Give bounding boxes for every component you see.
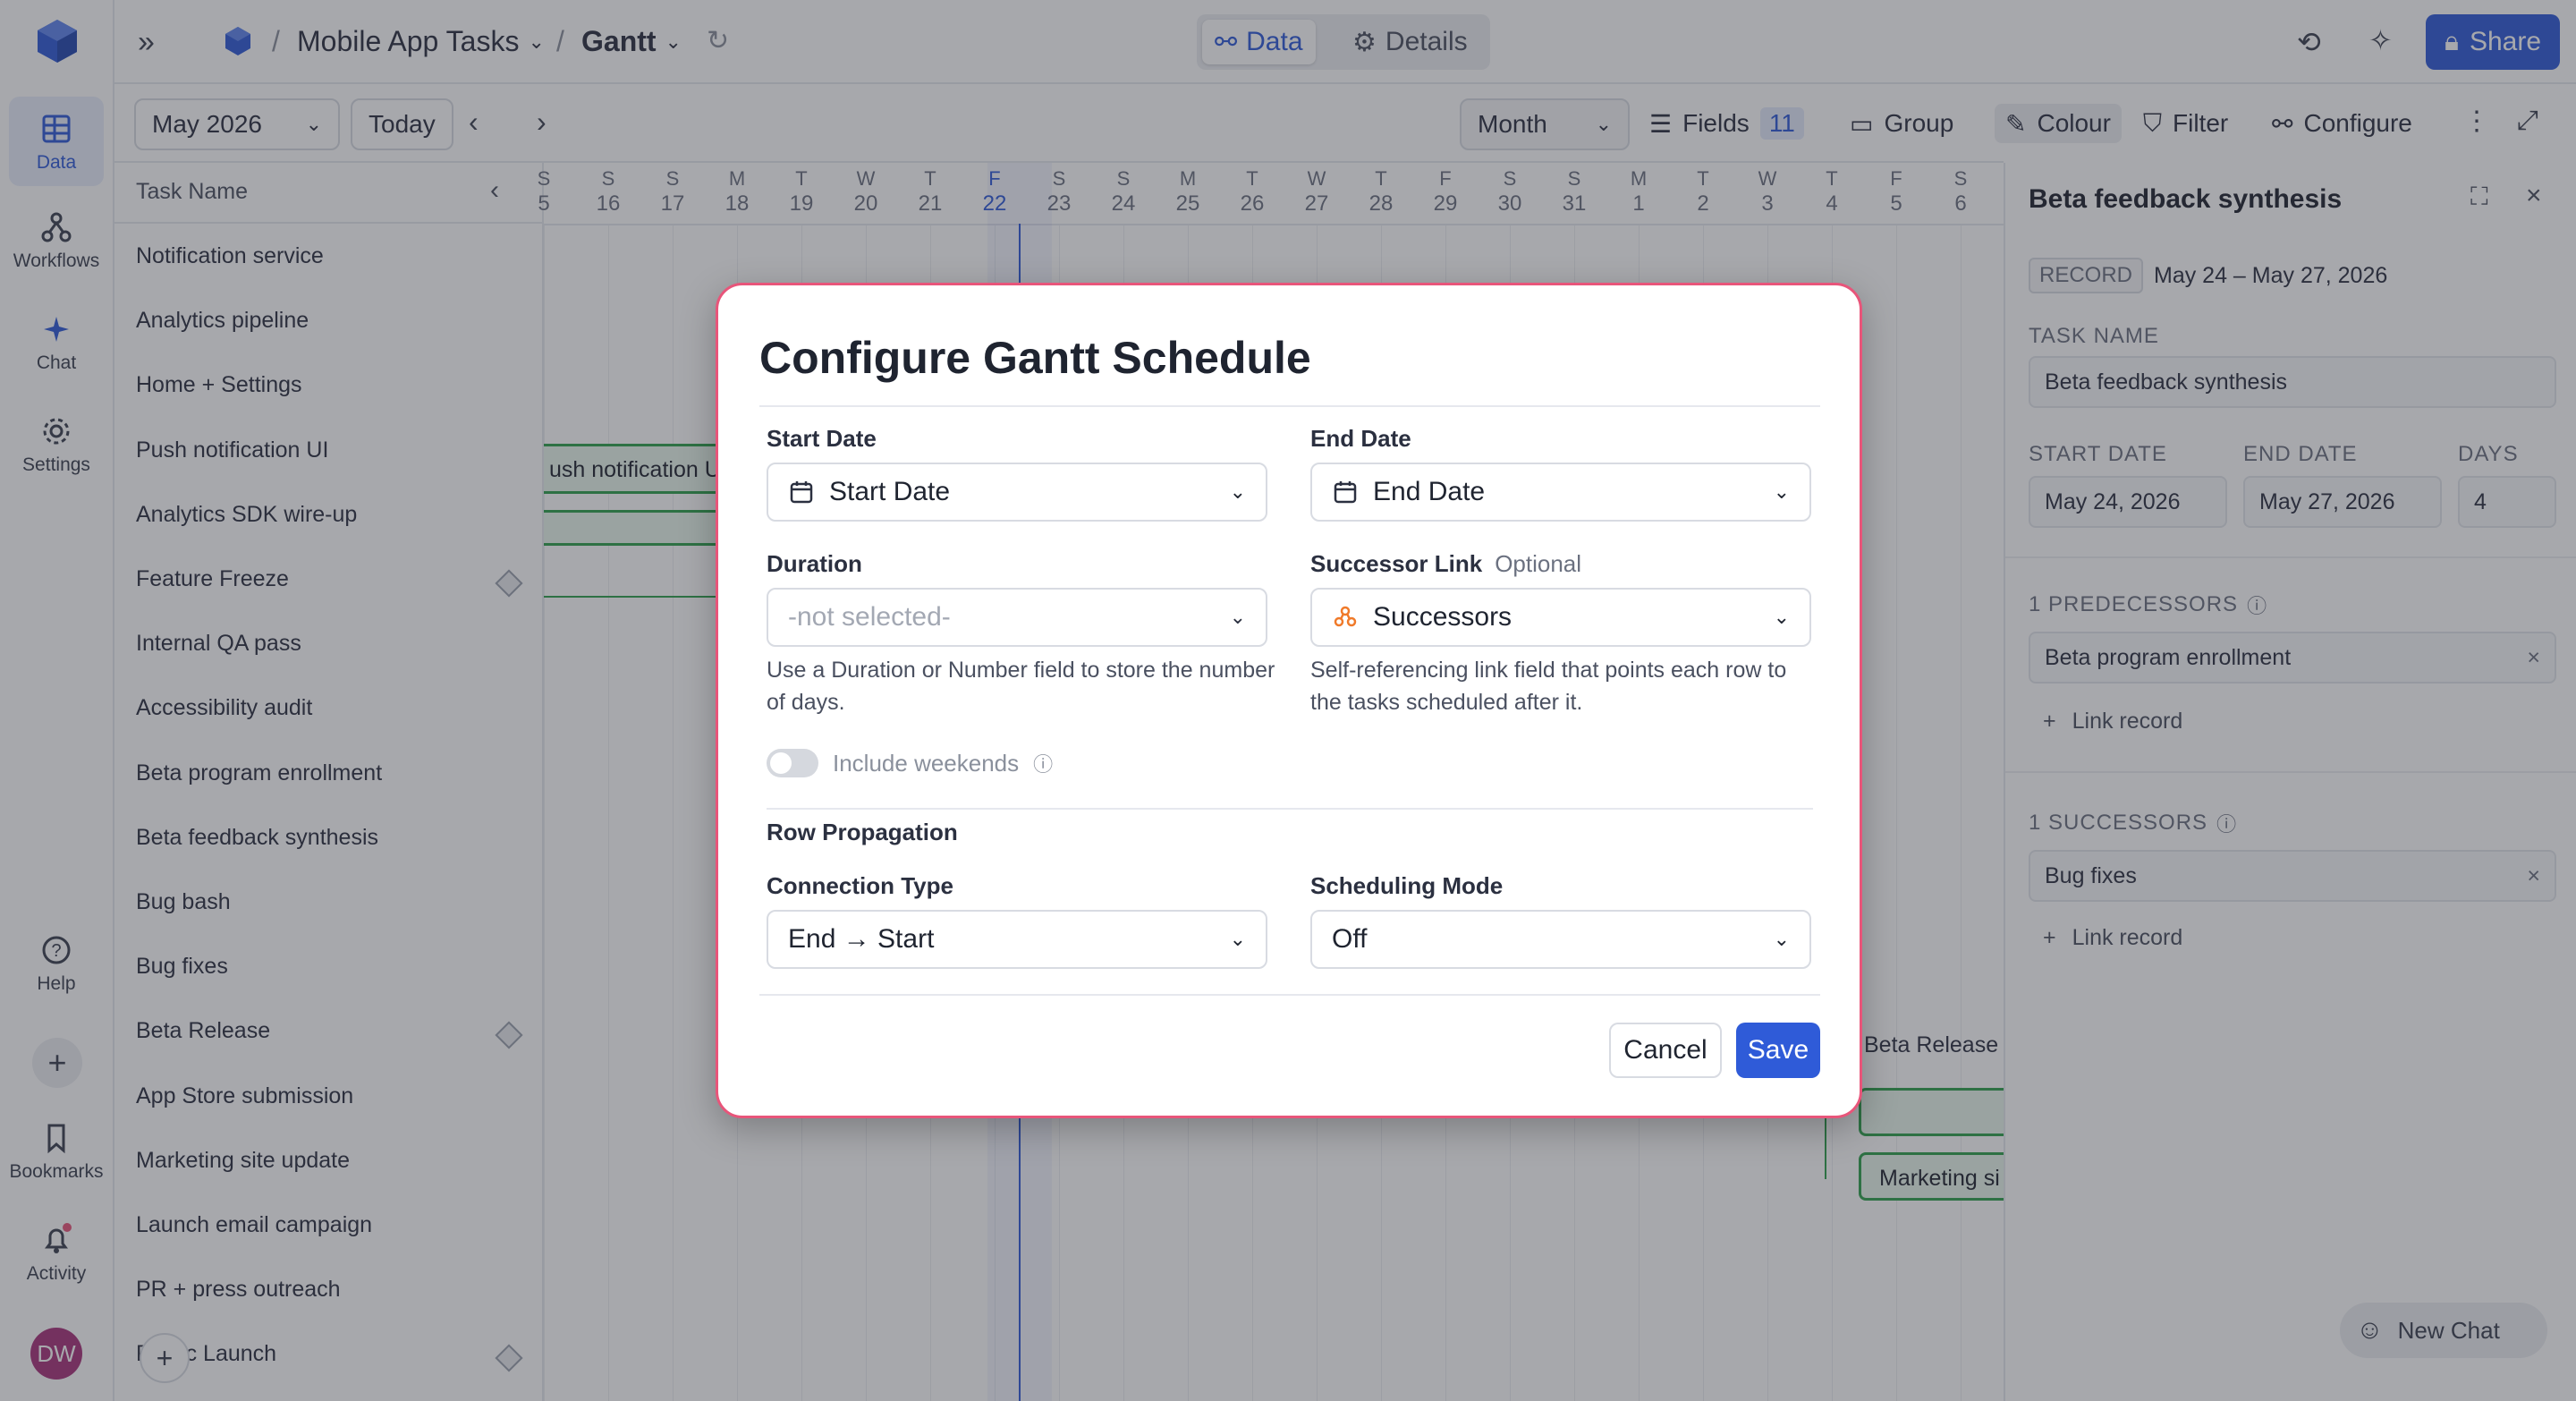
successor-hint: Self-referencing link field that points … — [1310, 658, 1787, 715]
save-label: Save — [1747, 1035, 1809, 1065]
divider — [759, 994, 1820, 996]
connection-type-label: Connection Type — [767, 872, 953, 899]
duration-hint: Use a Duration or Number field to store … — [767, 658, 1275, 715]
end-date-select[interactable]: End Date ⌄ — [1310, 463, 1811, 522]
duration-value: -not selected- — [788, 602, 951, 632]
chevron-down-icon: ⌄ — [1773, 480, 1790, 503]
cancel-button[interactable]: Cancel — [1609, 1023, 1722, 1078]
calendar-icon — [790, 481, 813, 504]
successor-link-select[interactable]: Successors ⌄ — [1310, 588, 1811, 647]
end-date-value: End Date — [1373, 477, 1486, 506]
chevron-down-icon: ⌄ — [1229, 928, 1246, 950]
include-weekends-label: Include weekends — [833, 749, 1020, 777]
duration-label: Duration — [767, 550, 862, 577]
include-weekends-toggle[interactable] — [767, 749, 818, 777]
info-icon: ⓘ — [1033, 753, 1054, 776]
cancel-label: Cancel — [1623, 1035, 1707, 1065]
scheduling-mode-value: Off — [1332, 924, 1368, 954]
start-date-select[interactable]: Start Date ⌄ — [767, 463, 1267, 522]
successor-label: Successor Link — [1310, 550, 1483, 577]
calendar-icon — [1334, 481, 1357, 504]
divider — [767, 808, 1813, 810]
divider — [759, 405, 1820, 407]
start-date-label: Start Date — [767, 425, 877, 452]
link-field-icon — [1334, 606, 1357, 627]
connection-type-select[interactable]: End → Start ⌄ — [767, 910, 1267, 969]
include-weekends-row: Include weekends ⓘ — [767, 749, 1053, 777]
chevron-down-icon: ⌄ — [1773, 928, 1790, 950]
chevron-down-icon: ⌄ — [1773, 606, 1790, 628]
configure-gantt-dialog: Configure Gantt Schedule Start Date Star… — [716, 283, 1862, 1118]
optional-tag: Optional — [1495, 550, 1582, 577]
row-propagation-heading: Row Propagation — [767, 819, 958, 845]
chevron-down-icon: ⌄ — [1229, 606, 1246, 628]
chevron-down-icon: ⌄ — [1229, 480, 1246, 503]
scheduling-mode-label: Scheduling Mode — [1310, 872, 1504, 899]
save-button[interactable]: Save — [1736, 1023, 1820, 1078]
start-date-value: Start Date — [829, 477, 951, 506]
end-date-label: End Date — [1310, 425, 1411, 452]
scheduling-mode-select[interactable]: Off ⌄ — [1310, 910, 1811, 969]
successor-value: Successors — [1373, 602, 1513, 632]
duration-select[interactable]: -not selected- ⌄ — [767, 588, 1267, 647]
successor-label-row: Successor Link Optional — [1310, 550, 1581, 578]
dialog-title: Configure Gantt Schedule — [759, 333, 1311, 383]
connection-type-value: End → Start — [788, 924, 935, 954]
